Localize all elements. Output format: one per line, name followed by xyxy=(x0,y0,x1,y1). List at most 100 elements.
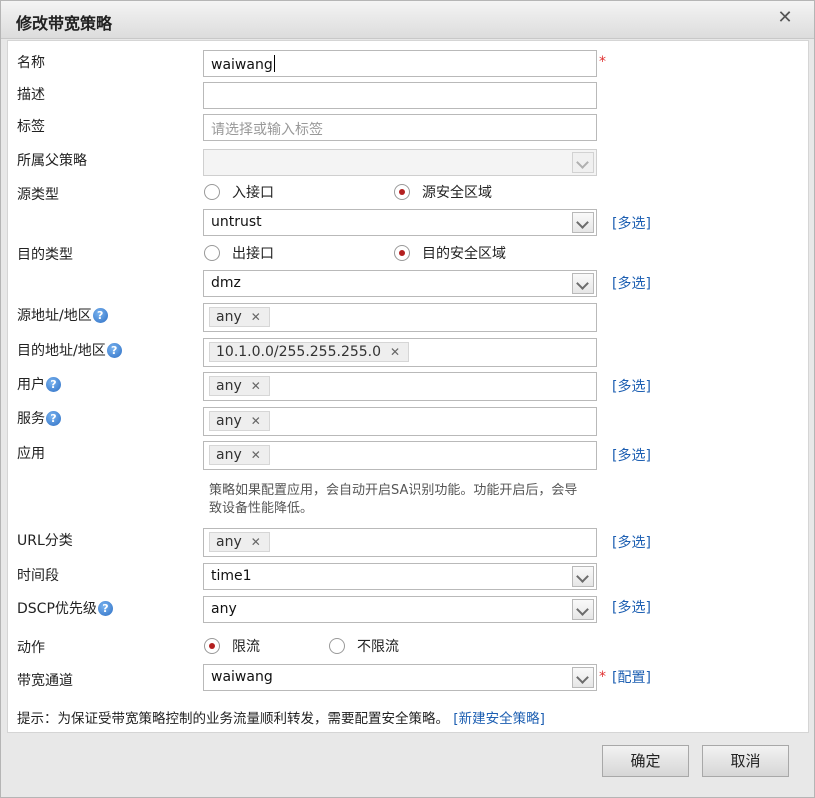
dialog-titlebar: 修改带宽策略 ✕ xyxy=(1,1,814,39)
radio-rate-limit-label: 限流 xyxy=(232,639,260,655)
description-label: 描述 xyxy=(17,87,45,103)
edit-bandwidth-policy-dialog: 修改带宽策略 ✕ 名称 waiwang * 描述 标签 请选择或输入标签 所属父… xyxy=(0,0,815,798)
user-input[interactable]: any ✕ xyxy=(203,372,597,401)
radio-no-limit-label: 不限流 xyxy=(357,639,399,655)
application-tag: any ✕ xyxy=(209,445,270,465)
url-category-label: URL分类 xyxy=(17,533,73,549)
remove-tag-icon[interactable]: ✕ xyxy=(251,535,261,549)
application-input[interactable]: any ✕ xyxy=(203,441,597,470)
remove-tag-icon[interactable]: ✕ xyxy=(251,379,261,393)
service-input[interactable]: any ✕ xyxy=(203,407,597,436)
tag-placeholder: 请选择或输入标签 xyxy=(211,122,323,138)
source-address-label: 源地址/地区? xyxy=(17,305,108,325)
destination-address-tag: 10.1.0.0/255.255.255.0 ✕ xyxy=(209,342,410,362)
user-multiselect-link[interactable]: [多选] xyxy=(612,376,651,396)
help-icon[interactable]: ? xyxy=(92,308,108,323)
radio-button xyxy=(204,184,220,200)
chevron-down-icon[interactable] xyxy=(572,599,594,620)
chevron-down-icon[interactable] xyxy=(572,566,594,587)
help-icon[interactable]: ? xyxy=(97,601,113,616)
chevron-down-icon[interactable] xyxy=(572,273,594,294)
service-label: 服务? xyxy=(17,408,61,428)
radio-source-zone[interactable]: 源安全区域 xyxy=(394,182,492,202)
help-icon[interactable]: ? xyxy=(106,343,122,358)
dscp-multiselect-link[interactable]: [多选] xyxy=(612,597,651,617)
bandwidth-channel-config-link[interactable]: [配置] xyxy=(612,667,651,687)
schedule-label: 时间段 xyxy=(17,568,59,584)
radio-button-selected xyxy=(394,245,410,261)
application-label: 应用 xyxy=(17,446,45,462)
destination-type-label: 目的类型 xyxy=(17,247,73,263)
service-tag: any ✕ xyxy=(209,411,270,431)
chevron-down-icon[interactable] xyxy=(572,212,594,233)
bandwidth-channel-label: 带宽通道 xyxy=(17,673,73,689)
new-security-policy-link[interactable]: [新建安全策略] xyxy=(453,711,545,727)
schedule-select[interactable]: time1 xyxy=(203,563,597,590)
dialog-title: 修改带宽策略 xyxy=(16,14,113,33)
source-zone-value: untrust xyxy=(211,214,262,230)
radio-egress-interface[interactable]: 出接口 xyxy=(204,243,274,263)
source-address-input[interactable]: any ✕ xyxy=(203,303,597,332)
text-cursor xyxy=(273,55,275,72)
ok-button[interactable]: 确定 xyxy=(602,745,689,777)
tag-label: 标签 xyxy=(17,119,45,135)
bandwidth-channel-required-mark: * xyxy=(599,669,606,685)
radio-egress-interface-label: 出接口 xyxy=(232,246,274,262)
schedule-value: time1 xyxy=(211,568,252,584)
radio-rate-limit[interactable]: 限流 xyxy=(204,636,260,656)
url-category-multiselect-link[interactable]: [多选] xyxy=(612,532,651,552)
application-multiselect-link[interactable]: [多选] xyxy=(612,445,651,465)
name-required-mark: * xyxy=(599,54,606,70)
radio-source-zone-label: 源安全区域 xyxy=(422,185,492,201)
remove-tag-icon[interactable]: ✕ xyxy=(251,448,261,462)
remove-tag-icon[interactable]: ✕ xyxy=(251,414,261,428)
chevron-down-icon[interactable] xyxy=(572,667,594,688)
description-input[interactable] xyxy=(203,82,597,109)
destination-address-label: 目的地址/地区? xyxy=(17,340,122,360)
dscp-priority-value: any xyxy=(211,601,237,617)
application-hint: 策略如果配置应用，会自动开启SA识别功能。功能开启后，会导致设备性能降低。 xyxy=(209,483,578,516)
destination-address-input[interactable]: 10.1.0.0/255.255.255.0 ✕ xyxy=(203,338,597,367)
name-label: 名称 xyxy=(17,55,45,71)
radio-ingress-interface[interactable]: 入接口 xyxy=(204,182,274,202)
parent-policy-select xyxy=(203,149,597,176)
tag-input[interactable]: 请选择或输入标签 xyxy=(203,114,597,141)
name-input[interactable]: waiwang xyxy=(203,50,597,77)
radio-destination-zone[interactable]: 目的安全区域 xyxy=(394,243,506,263)
help-icon[interactable]: ? xyxy=(46,377,61,392)
source-type-label: 源类型 xyxy=(17,187,59,203)
dscp-priority-label: DSCP优先级? xyxy=(17,598,113,618)
remove-tag-icon[interactable]: ✕ xyxy=(251,310,261,324)
name-value: waiwang xyxy=(211,57,273,73)
action-label: 动作 xyxy=(17,640,45,656)
radio-ingress-interface-label: 入接口 xyxy=(232,185,274,201)
radio-destination-zone-label: 目的安全区域 xyxy=(422,246,506,262)
help-icon[interactable]: ? xyxy=(46,411,61,426)
source-zone-select[interactable]: untrust xyxy=(203,209,597,236)
chevron-down-icon xyxy=(572,152,594,173)
remove-tag-icon[interactable]: ✕ xyxy=(390,345,400,359)
url-category-tag: any ✕ xyxy=(209,532,270,552)
parent-policy-label: 所属父策略 xyxy=(17,153,87,169)
radio-button-selected xyxy=(394,184,410,200)
destination-zone-value: dmz xyxy=(211,275,241,291)
user-label: 用户? xyxy=(17,374,61,394)
radio-button-selected xyxy=(204,638,220,654)
dscp-priority-select[interactable]: any xyxy=(203,596,597,623)
source-address-tag: any ✕ xyxy=(209,307,270,327)
security-policy-tip: 提示：为保证受带宽策略控制的业务流量顺利转发，需要配置安全策略。 [新建安全策略… xyxy=(17,707,545,727)
radio-button xyxy=(329,638,345,654)
url-category-input[interactable]: any ✕ xyxy=(203,528,597,557)
tip-text: 提示：为保证受带宽策略控制的业务流量顺利转发，需要配置安全策略。 xyxy=(17,711,449,727)
radio-no-limit[interactable]: 不限流 xyxy=(329,636,399,656)
bandwidth-channel-select[interactable]: waiwang xyxy=(203,664,597,691)
source-zone-multiselect-link[interactable]: [多选] xyxy=(612,213,651,233)
dialog-body: 名称 waiwang * 描述 标签 请选择或输入标签 所属父策略 源类型 入接… xyxy=(7,40,809,733)
cancel-button[interactable]: 取消 xyxy=(702,745,789,777)
destination-zone-multiselect-link[interactable]: [多选] xyxy=(612,273,651,293)
bandwidth-channel-value: waiwang xyxy=(211,669,273,685)
radio-button xyxy=(204,245,220,261)
close-icon[interactable]: ✕ xyxy=(776,9,794,27)
destination-zone-select[interactable]: dmz xyxy=(203,270,597,297)
user-tag: any ✕ xyxy=(209,376,270,396)
